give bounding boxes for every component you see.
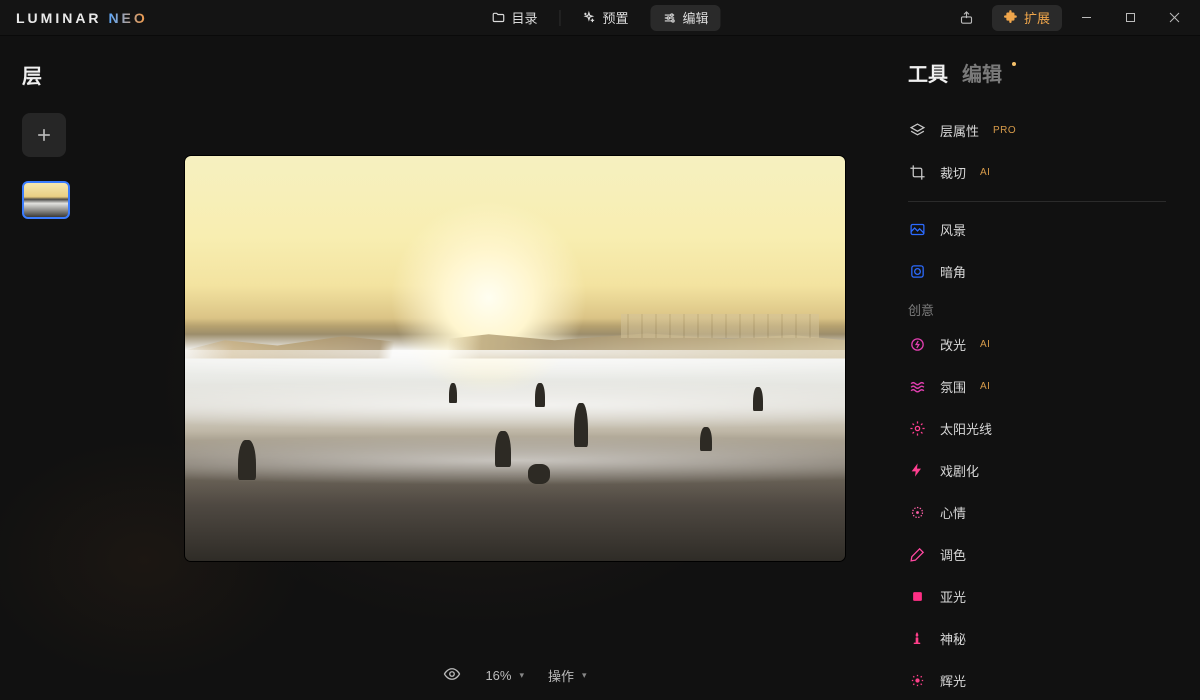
- tool-atmosphere[interactable]: 氛围 AI: [908, 365, 1166, 407]
- image-canvas[interactable]: [185, 156, 845, 561]
- actions-label: 操作: [548, 666, 574, 685]
- tool-label: 暗角: [940, 262, 966, 281]
- divider: [908, 201, 1166, 202]
- add-layer-button[interactable]: [22, 113, 66, 157]
- viewer-bar: 16% ▾ 操作 ▾: [443, 665, 586, 692]
- puzzle-icon: [1004, 9, 1018, 26]
- tab-presets-label: 预置: [602, 8, 628, 27]
- tool-label: 风景: [940, 220, 966, 239]
- app-logo: LUMINAR NEO: [16, 10, 148, 26]
- crop-icon: [908, 163, 926, 181]
- tool-crop[interactable]: 裁切 AI: [908, 151, 1166, 193]
- tools-panel: 工具 编辑 层属性 PRO 裁切 AI: [880, 36, 1200, 700]
- tool-dramatic[interactable]: 戏剧化: [908, 449, 1166, 491]
- chevron-down-icon: ▾: [582, 670, 587, 681]
- tab-catalog-label: 目录: [511, 8, 537, 27]
- brush-icon: [908, 545, 926, 563]
- vignette-icon: [908, 262, 926, 280]
- atmosphere-icon: [908, 377, 926, 395]
- visibility-toggle[interactable]: [443, 665, 461, 686]
- landscape-icon: [908, 220, 926, 238]
- tool-vignette[interactable]: 暗角: [908, 250, 1166, 292]
- tool-label: 神秘: [940, 629, 966, 648]
- extensions-button[interactable]: 扩展: [992, 5, 1062, 31]
- tool-label: 层属性: [940, 121, 979, 140]
- tool-toning[interactable]: 调色: [908, 533, 1166, 575]
- candle-icon: [908, 629, 926, 647]
- separator: [559, 10, 560, 26]
- ai-badge: AI: [980, 339, 990, 350]
- tool-label: 戏剧化: [940, 461, 979, 480]
- tool-label: 亚光: [940, 587, 966, 606]
- tool-mood[interactable]: 心情: [908, 491, 1166, 533]
- tab-edit[interactable]: 编辑: [651, 5, 721, 31]
- tool-matte[interactable]: 亚光: [908, 575, 1166, 617]
- top-right-controls: 扩展: [954, 2, 1194, 34]
- tab-edits[interactable]: 编辑: [962, 58, 1002, 87]
- right-panel-tabs: 工具 编辑: [908, 58, 1166, 87]
- tool-label: 辉光: [940, 671, 966, 690]
- tool-list: 层属性 PRO 裁切 AI 风景 暗角: [908, 109, 1166, 700]
- layers-panel: 层: [0, 36, 150, 700]
- title-bar: LUMINAR NEO 目录 预置 编辑: [0, 0, 1200, 36]
- sunrays-icon: [908, 419, 926, 437]
- tool-label: 氛围: [940, 377, 966, 396]
- zoom-value: 16%: [485, 668, 511, 683]
- maximize-button[interactable]: [1110, 2, 1150, 34]
- pro-badge: PRO: [993, 125, 1016, 136]
- tab-tools[interactable]: 工具: [908, 58, 948, 87]
- tab-presets[interactable]: 预置: [570, 5, 640, 31]
- folder-icon: [491, 11, 505, 25]
- sparkle-icon: [582, 11, 596, 25]
- tool-landscape[interactable]: 风景: [908, 208, 1166, 250]
- bolt-icon: [908, 461, 926, 479]
- close-button[interactable]: [1154, 2, 1194, 34]
- layers-icon: [908, 121, 926, 139]
- tool-label: 裁切: [940, 163, 966, 182]
- sliders-icon: [663, 11, 677, 25]
- glow-icon: [908, 671, 926, 689]
- eye-icon: [443, 665, 461, 686]
- extensions-label: 扩展: [1024, 8, 1050, 27]
- tab-edit-label: 编辑: [683, 8, 709, 27]
- tool-label: 调色: [940, 545, 966, 564]
- heart-sparkle-icon: [908, 503, 926, 521]
- tool-glow[interactable]: 辉光: [908, 659, 1166, 700]
- tool-mystical[interactable]: 神秘: [908, 617, 1166, 659]
- tool-relight[interactable]: 改光 AI: [908, 323, 1166, 365]
- actions-dropdown[interactable]: 操作 ▾: [548, 666, 587, 685]
- zoom-dropdown[interactable]: 16% ▾: [485, 668, 524, 683]
- tool-sunrays[interactable]: 太阳光线: [908, 407, 1166, 449]
- tab-catalog[interactable]: 目录: [479, 5, 549, 31]
- layers-title: 层: [22, 60, 150, 89]
- chevron-down-icon: ▾: [519, 670, 524, 681]
- canvas-area: 16% ▾ 操作 ▾: [150, 36, 880, 700]
- minimize-button[interactable]: [1066, 2, 1106, 34]
- mode-tabs: 目录 预置 编辑: [479, 5, 720, 31]
- group-creative: 创意: [908, 300, 1166, 319]
- layer-thumbnail[interactable]: [22, 181, 70, 219]
- tool-label: 心情: [940, 503, 966, 522]
- share-button[interactable]: [954, 5, 980, 31]
- ai-badge: AI: [980, 381, 990, 392]
- edits-indicator-dot: [1012, 62, 1016, 66]
- tool-label: 太阳光线: [940, 419, 992, 438]
- tool-layer-properties[interactable]: 层属性 PRO: [908, 109, 1166, 151]
- tool-label: 改光: [940, 335, 966, 354]
- ai-badge: AI: [980, 167, 990, 178]
- relight-icon: [908, 335, 926, 353]
- square-icon: [908, 587, 926, 605]
